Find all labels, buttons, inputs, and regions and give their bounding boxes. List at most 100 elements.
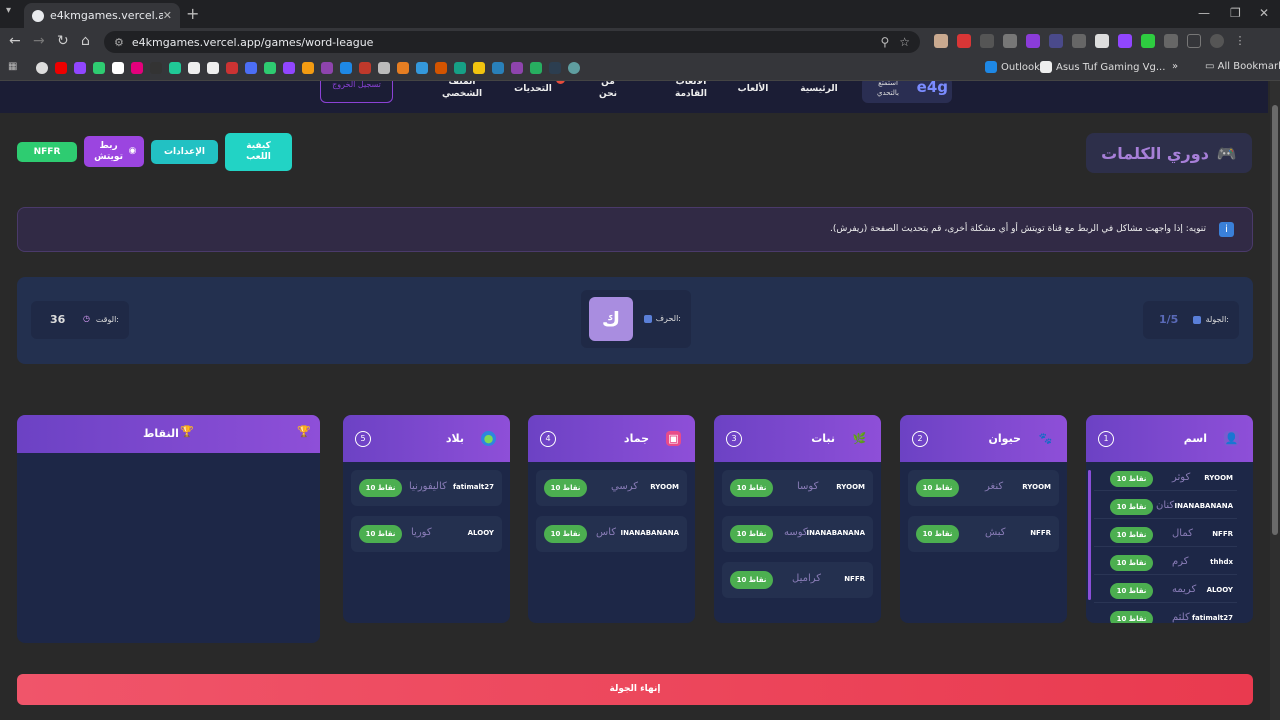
close-tab-icon[interactable]: ✕ xyxy=(163,9,172,22)
bookmark-icon[interactable] xyxy=(435,62,447,74)
close-window-icon[interactable]: ✕ xyxy=(1259,6,1269,20)
bookmark-icon[interactable] xyxy=(188,62,200,74)
zoom-icon[interactable]: ⚲ xyxy=(880,35,889,49)
how-to-play-button[interactable]: كيفية اللعب xyxy=(225,133,292,171)
bookmark-icon[interactable] xyxy=(397,62,409,74)
list-item: ALOOY كريمه 10 نقاط xyxy=(1094,579,1237,603)
bookmark-icon[interactable] xyxy=(473,62,485,74)
category-number: 2 xyxy=(912,430,928,447)
nav-games[interactable]: الألعاب xyxy=(736,83,770,95)
bookmark-icon[interactable] xyxy=(511,62,523,74)
bookmark-asus-label: Asus Tuf Gaming Vg... xyxy=(1056,62,1166,73)
player-word: كوسا xyxy=(797,481,819,492)
extension-icon[interactable] xyxy=(1026,34,1040,48)
points-badge: 10 نقاط xyxy=(916,525,959,543)
nav-challenges[interactable]: التحديات xyxy=(510,83,556,95)
player-word: كمال xyxy=(1172,528,1193,539)
player-name: INANABANANA xyxy=(1174,502,1233,510)
extension-icon[interactable] xyxy=(934,34,948,48)
scores-header: 🏆 النقاط 🏆 xyxy=(17,415,320,453)
user-button[interactable]: NFFR xyxy=(17,142,77,162)
bookmark-icon[interactable] xyxy=(530,62,542,74)
forward-icon[interactable]: → xyxy=(33,33,45,49)
list-item: RYOOM كرسي 10 نقاط xyxy=(536,470,687,506)
extension-icon[interactable] xyxy=(1072,34,1086,48)
bookmark-outlook[interactable]: Outlook xyxy=(985,61,1040,73)
how-to-play-label: كيفية اللعب xyxy=(246,141,271,162)
bookmark-icon[interactable] xyxy=(150,62,162,74)
twitch-link-button[interactable]: ربط تويتش ◉ xyxy=(84,136,144,167)
bookmark-icon[interactable] xyxy=(93,62,105,74)
bookmark-icon[interactable] xyxy=(283,62,295,74)
profile-icon[interactable] xyxy=(1210,34,1224,48)
restore-icon[interactable]: ❐ xyxy=(1230,6,1241,20)
bookmark-icon[interactable] xyxy=(549,62,561,74)
end-round-button[interactable]: إنهاء الجولة xyxy=(17,674,1253,705)
extension-icon[interactable] xyxy=(980,34,994,48)
points-badge: 10 نقاط xyxy=(1110,555,1153,571)
bookmark-star-icon[interactable]: ☆ xyxy=(899,35,910,49)
scroll-indicator[interactable] xyxy=(1088,470,1091,600)
toolbox-icon: ▣ xyxy=(666,431,681,446)
extension-icon[interactable] xyxy=(1095,34,1109,48)
scrollbar-thumb[interactable] xyxy=(1272,105,1278,535)
bookmark-icon[interactable] xyxy=(378,62,390,74)
puzzle-icon[interactable] xyxy=(1164,34,1178,48)
logout-button[interactable]: تسجيل الخروج xyxy=(320,81,393,103)
bookmark-icon[interactable] xyxy=(169,62,181,74)
bookmark-icon[interactable] xyxy=(416,62,428,74)
category-header: 1 اسم 👤 xyxy=(1086,415,1253,462)
challenge-logo-box[interactable]: استمتع بالتحدي e4g xyxy=(862,81,952,103)
bookmark-icon[interactable] xyxy=(207,62,219,74)
more-bookmarks-icon[interactable]: » xyxy=(1172,61,1178,72)
apps-icon[interactable]: ▦ xyxy=(8,61,17,72)
tab-search-icon[interactable]: ▾ xyxy=(6,5,11,16)
challenge-tagline: استمتع بالتحدي xyxy=(877,81,899,97)
twitch-icon[interactable] xyxy=(1118,34,1132,48)
bookmark-icon[interactable] xyxy=(359,62,371,74)
page-scrollbar[interactable] xyxy=(1270,81,1280,720)
bookmark-icon[interactable] xyxy=(454,62,466,74)
bookmark-icon[interactable] xyxy=(302,62,314,74)
site-info-icon[interactable]: ⚙ xyxy=(114,36,124,49)
twitch-icon[interactable] xyxy=(74,62,86,74)
bookmark-icon[interactable] xyxy=(245,62,257,74)
extension-icon[interactable] xyxy=(1049,34,1063,48)
google-icon[interactable] xyxy=(36,62,48,74)
bookmark-asus[interactable]: Asus Tuf Gaming Vg... xyxy=(1040,61,1165,73)
reading-list-icon[interactable] xyxy=(1187,34,1201,48)
list-item: thhdx كرم 10 نقاط xyxy=(1094,551,1237,575)
list-item: RYOOM كنغر 10 نقاط xyxy=(908,470,1059,506)
bookmark-icon[interactable] xyxy=(264,62,276,74)
nav-upcoming-games[interactable]: الألعاب القادمة xyxy=(672,81,710,100)
all-bookmarks[interactable]: ▭ All Bookmarks xyxy=(1205,61,1280,72)
reload-icon[interactable]: ↻ xyxy=(57,33,69,49)
nav-profile[interactable]: الملف الشخصي xyxy=(440,81,484,100)
bookmark-icon[interactable] xyxy=(340,62,352,74)
browser-tab[interactable]: e4kmgames.vercel.app/games/ ✕ xyxy=(24,3,180,28)
back-icon[interactable]: ← xyxy=(9,33,21,49)
new-tab-icon[interactable]: + xyxy=(186,4,199,23)
nav-about[interactable]: من نحن xyxy=(596,81,620,100)
bookmark-icon[interactable] xyxy=(321,62,333,74)
bookmark-icon[interactable] xyxy=(131,62,143,74)
trophy-icon: 🏆 xyxy=(297,425,311,438)
home-icon[interactable]: ⌂ xyxy=(81,33,90,49)
settings-button[interactable]: الإعدادات xyxy=(151,140,218,164)
extension-icon[interactable] xyxy=(957,34,971,48)
minimize-icon[interactable]: — xyxy=(1198,6,1210,20)
menu-icon[interactable]: ⋮ xyxy=(1233,34,1247,48)
youtube-icon[interactable] xyxy=(55,62,67,74)
site-logo: e4g xyxy=(916,81,948,96)
extension-icon[interactable] xyxy=(1003,34,1017,48)
points-badge: 10 نقاط xyxy=(730,571,773,589)
extension-icon[interactable] xyxy=(1141,34,1155,48)
address-bar[interactable]: ⚙ e4kmgames.vercel.app/games/word-league… xyxy=(104,31,920,53)
bookmark-icon[interactable] xyxy=(492,62,504,74)
points-badge: 10 نقاط xyxy=(1110,499,1153,515)
bookmark-outlook-label: Outlook xyxy=(1001,62,1040,73)
bookmark-icon[interactable] xyxy=(226,62,238,74)
nav-home[interactable]: الرئيسية xyxy=(798,83,840,95)
bookmark-icon[interactable] xyxy=(112,62,124,74)
globe-icon[interactable] xyxy=(568,62,580,74)
